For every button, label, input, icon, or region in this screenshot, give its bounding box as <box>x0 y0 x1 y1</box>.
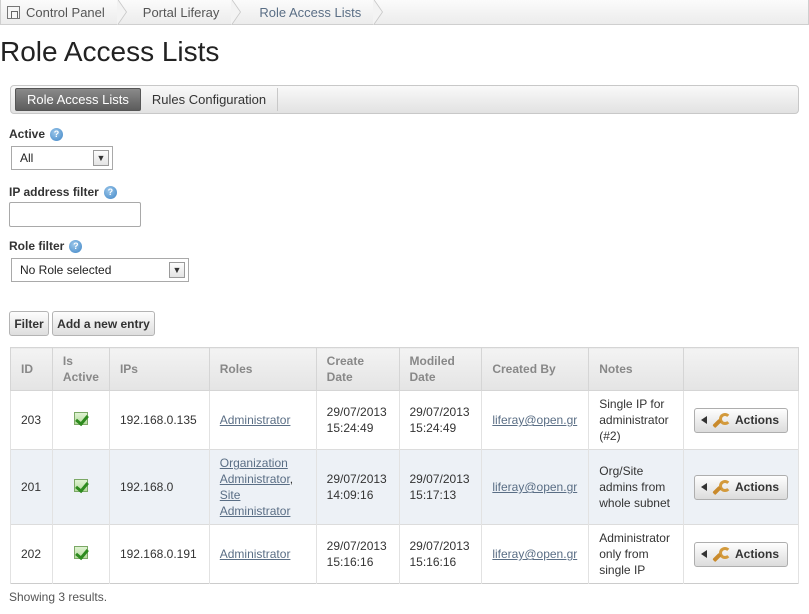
wrench-icon <box>713 412 731 428</box>
wrench-icon <box>713 546 731 562</box>
triangle-left-icon <box>701 550 707 558</box>
cell-actions: Actions <box>683 449 799 525</box>
table-row: 202 192.168.0.191 Administrator 29/07/20… <box>10 524 799 584</box>
ip-filter-label: IP address filter ? <box>9 185 117 199</box>
triangle-left-icon <box>701 483 707 491</box>
breadcrumb-portal-liferay[interactable]: Portal Liferay <box>127 0 242 25</box>
column-header-created-by[interactable]: Created By <box>481 347 590 391</box>
column-header-modified-date[interactable]: Modiled Date <box>398 347 483 391</box>
role-link[interactable]: Site Administrator <box>220 488 291 518</box>
table-row: 201 192.168.0 Organization Administrator… <box>10 449 799 525</box>
role-filter-label-text: Role filter <box>9 239 65 253</box>
actions-button-label: Actions <box>735 480 780 494</box>
cell-created-by: liferay@open.gr <box>481 390 590 450</box>
active-select-value: All <box>20 151 34 165</box>
cell-is-active <box>51 524 110 584</box>
breadcrumb-label: Control Panel <box>26 4 105 20</box>
role-link[interactable]: Organization Administrator <box>220 456 290 486</box>
check-icon <box>73 478 88 492</box>
cell-created-by: liferay@open.gr <box>481 449 590 525</box>
cell-is-active <box>51 390 110 450</box>
cell-notes: Single IP for administrator (#2) <box>588 390 684 450</box>
cell-create-date: 29/07/2013 15:16:16 <box>315 524 400 584</box>
created-by-link[interactable]: liferay@open.gr <box>492 547 577 561</box>
help-icon[interactable]: ? <box>69 239 83 253</box>
role-filter-label: Role filter ? <box>9 239 83 253</box>
cell-create-date: 29/07/2013 15:24:49 <box>315 390 400 450</box>
cell-created-by: liferay@open.gr <box>481 524 590 584</box>
role-link[interactable]: Administrator <box>220 547 291 561</box>
role-select-value: No Role selected <box>20 263 112 277</box>
actions-button-label: Actions <box>735 547 780 561</box>
breadcrumb-role-access-lists[interactable]: Role Access Lists <box>241 0 384 25</box>
role-select[interactable]: No Role selected ▼ <box>11 258 189 282</box>
cell-is-active <box>51 449 110 525</box>
column-header-ips[interactable]: IPs <box>108 347 210 391</box>
active-filter-label-text: Active <box>9 127 46 141</box>
cell-id: 202 <box>10 524 53 584</box>
column-header-notes[interactable]: Notes <box>588 347 684 391</box>
triangle-left-icon <box>701 416 707 424</box>
entries-table: ID Is Active IPs Roles Create Date Modil… <box>10 347 799 584</box>
cell-modified-date: 29/07/2013 15:16:16 <box>398 524 483 584</box>
cell-roles: Administrator <box>208 524 317 584</box>
tab-role-access-lists[interactable]: Role Access Lists <box>15 88 141 111</box>
cell-id: 201 <box>10 449 53 525</box>
breadcrumb: Control Panel Portal Liferay Role Access… <box>0 0 809 25</box>
column-header-is-active[interactable]: Is Active <box>51 347 110 391</box>
chevron-down-icon: ▼ <box>93 150 109 166</box>
actions-button[interactable]: Actions <box>694 541 788 567</box>
breadcrumb-label: Portal Liferay <box>142 4 220 20</box>
column-header-id[interactable]: ID <box>10 347 53 391</box>
tab-bar: Role Access Lists Rules Configuration <box>10 85 799 114</box>
chevron-down-icon: ▼ <box>169 262 185 278</box>
check-icon <box>73 545 88 559</box>
breadcrumb-control-panel[interactable]: Control Panel <box>1 0 127 25</box>
active-select[interactable]: All ▼ <box>11 146 113 170</box>
ip-address-input[interactable] <box>9 202 141 227</box>
wrench-icon <box>713 479 731 495</box>
tab-rules-configuration[interactable]: Rules Configuration <box>141 88 279 111</box>
results-status: Showing 3 results. <box>9 590 108 604</box>
column-header-roles[interactable]: Roles <box>208 347 317 391</box>
column-header-actions <box>683 347 799 391</box>
cell-roles: Administrator <box>208 390 317 450</box>
cell-create-date: 29/07/2013 14:09:16 <box>315 449 400 525</box>
table-header-row: ID Is Active IPs Roles Create Date Modil… <box>10 347 799 391</box>
cell-notes: Administrator only from single IP <box>588 524 684 584</box>
actions-button[interactable]: Actions <box>694 474 788 500</box>
breadcrumb-label: Role Access Lists <box>259 4 362 20</box>
cell-modified-date: 29/07/2013 15:17:13 <box>398 449 483 525</box>
cell-roles: Organization Administrator, Site Administ… <box>208 449 317 525</box>
check-icon <box>73 411 88 425</box>
actions-button-label: Actions <box>735 413 780 427</box>
cell-actions: Actions <box>683 390 799 450</box>
created-by-link[interactable]: liferay@open.gr <box>492 480 577 494</box>
ip-filter-label-text: IP address filter <box>9 185 99 199</box>
control-panel-icon <box>7 5 20 19</box>
page-title: Role Access Lists <box>0 36 220 67</box>
role-link[interactable]: Administrator <box>220 413 291 427</box>
cell-id: 203 <box>10 390 53 450</box>
created-by-link[interactable]: liferay@open.gr <box>492 413 577 427</box>
table-row: 203 192.168.0.135 Administrator 29/07/20… <box>10 390 799 450</box>
help-icon[interactable]: ? <box>103 185 117 199</box>
add-new-entry-button[interactable]: Add a new entry <box>52 311 155 336</box>
active-filter-label: Active ? <box>9 127 64 141</box>
cell-ips: 192.168.0.191 <box>108 524 210 584</box>
cell-ips: 192.168.0.135 <box>108 390 210 450</box>
cell-actions: Actions <box>683 524 799 584</box>
filter-button[interactable]: Filter <box>9 311 49 336</box>
cell-ips: 192.168.0 <box>108 449 210 525</box>
cell-modified-date: 29/07/2013 15:24:49 <box>398 390 483 450</box>
actions-button[interactable]: Actions <box>694 407 788 433</box>
column-header-create-date[interactable]: Create Date <box>315 347 400 391</box>
cell-notes: Org/Site admins from whole subnet <box>588 449 684 525</box>
help-icon[interactable]: ? <box>50 127 64 141</box>
